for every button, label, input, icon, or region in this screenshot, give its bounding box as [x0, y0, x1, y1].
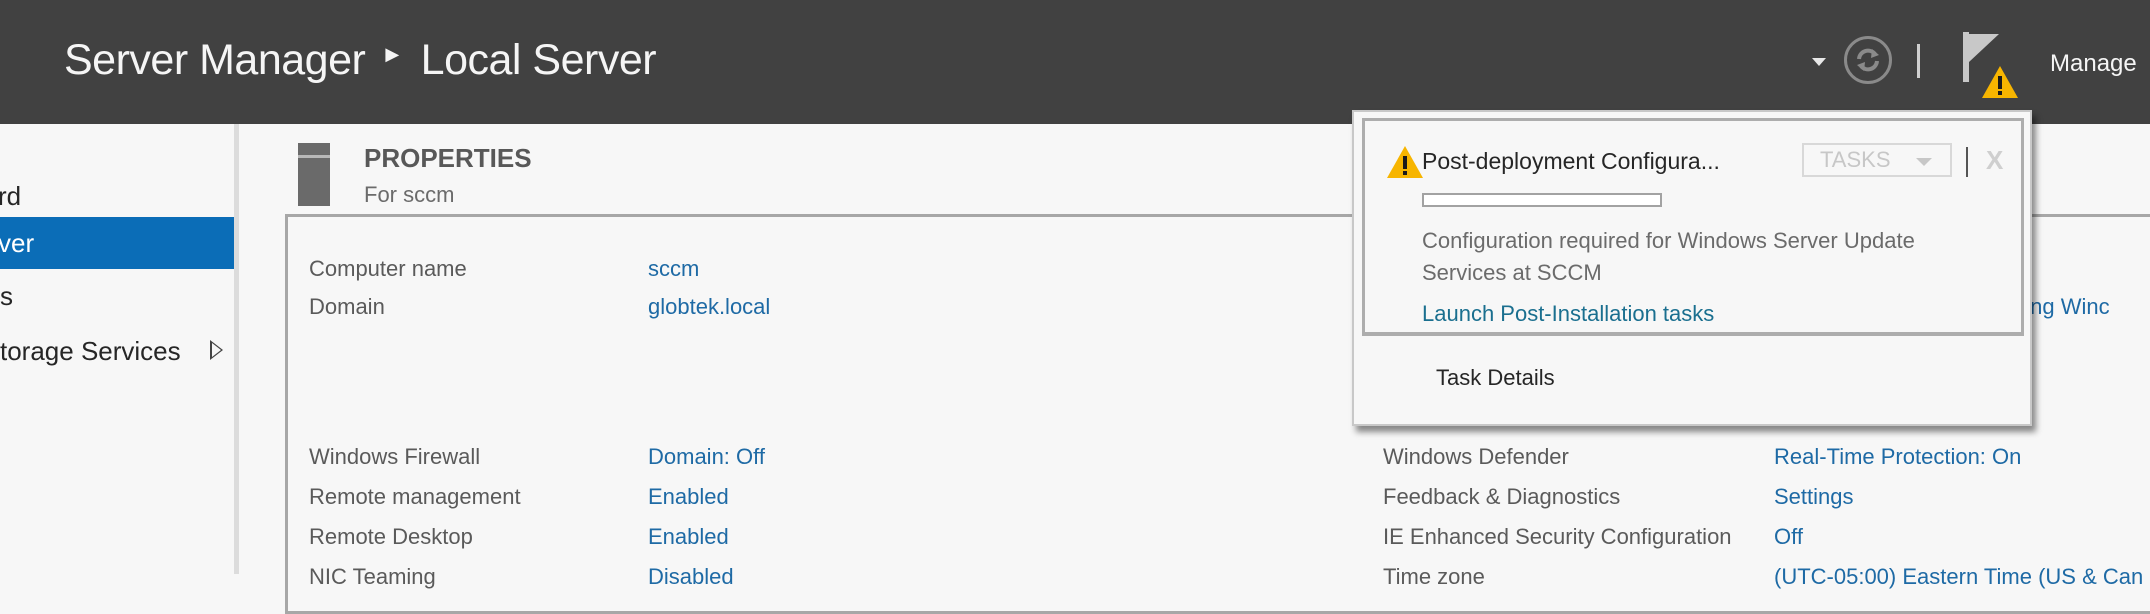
sidebar: rd ver s torage Services	[0, 124, 239, 574]
property-label: Remote Desktop	[309, 524, 473, 549]
notification-item: Post-deployment Configura... TASKS X Con…	[1362, 118, 2024, 336]
task-details-link[interactable]: Task Details	[1436, 365, 1555, 391]
property-label: Remote management	[309, 484, 521, 509]
refresh-button[interactable]	[1844, 36, 1892, 84]
sidebar-item-all-servers[interactable]: s	[0, 270, 234, 322]
property-value-domain[interactable]: globtek.local	[648, 294, 770, 320]
section-title: PROPERTIES	[364, 143, 532, 173]
sidebar-item-label: rd	[0, 181, 22, 211]
property-value-feedback-diagnostics[interactable]: Settings	[1774, 484, 1854, 510]
notification-title: Post-deployment Configura...	[1422, 148, 1720, 174]
history-dropdown-icon[interactable]	[1812, 58, 1826, 66]
divider	[1966, 147, 1968, 177]
manage-menu[interactable]: Manage	[2050, 50, 2137, 78]
property-label: Feedback & Diagnostics	[1383, 484, 1621, 509]
property-label: Windows Defender	[1383, 444, 1569, 469]
tasks-dropdown-button[interactable]: TASKS	[1802, 143, 1952, 177]
property-label: Computer name	[309, 256, 467, 281]
property-label: Domain	[309, 294, 385, 319]
property-label: NIC Teaming	[309, 564, 436, 589]
warning-icon	[1982, 66, 2018, 98]
notifications-popup: Post-deployment Configura... TASKS X Con…	[1352, 110, 2032, 426]
launch-post-installation-link[interactable]: Launch Post-Installation tasks	[1422, 301, 1714, 327]
server-icon	[298, 143, 330, 206]
breadcrumb-server-manager[interactable]: Server Manager	[64, 36, 366, 85]
chevron-down-icon	[1916, 158, 1932, 166]
property-value-remote-management[interactable]: Enabled	[648, 484, 729, 510]
tasks-label: TASKS	[1820, 147, 1891, 172]
sidebar-item-file-storage-services[interactable]: torage Services	[0, 325, 234, 377]
header-divider	[1917, 44, 1920, 78]
title-bar: Server Manager ▶ Local Server Manage	[0, 0, 2150, 124]
sidebar-item-label: s	[0, 281, 13, 311]
property-label: Windows Firewall	[309, 444, 481, 469]
property-value-nic-teaming[interactable]: Disabled	[648, 564, 734, 590]
breadcrumb-separator-icon: ▶	[385, 44, 399, 64]
property-value-windows-firewall[interactable]: Domain: Off	[648, 444, 765, 470]
notification-message: Configuration required for Windows Serve…	[1422, 228, 1915, 285]
warning-icon	[1387, 146, 1423, 178]
expand-arrow-icon[interactable]	[210, 340, 223, 360]
section-subtitle: For sccm	[364, 182, 455, 207]
sidebar-item-label: ver	[0, 228, 35, 258]
breadcrumb-local-server: Local Server	[420, 36, 657, 84]
sidebar-item-dashboard[interactable]: rd	[0, 170, 234, 222]
refresh-icon	[1857, 48, 1879, 72]
sidebar-item-label: torage Services	[0, 336, 181, 366]
property-label: IE Enhanced Security Configuration	[1383, 524, 1732, 549]
sidebar-item-local-server[interactable]: ver	[0, 217, 234, 269]
property-label: Time zone	[1383, 564, 1485, 589]
progress-bar	[1422, 193, 1662, 207]
property-value-remote-desktop[interactable]: Enabled	[648, 524, 729, 550]
close-notification-button[interactable]: X	[1986, 145, 2003, 176]
property-value-windows-defender[interactable]: Real-Time Protection: On	[1774, 444, 2021, 470]
property-value-time-zone[interactable]: (UTC-05:00) Eastern Time (US & Can	[1774, 564, 2143, 590]
breadcrumb: Server Manager ▶ Local Server	[64, 36, 657, 85]
property-value-computer-name[interactable]: sccm	[648, 256, 699, 282]
property-value-ie-esc[interactable]: Off	[1774, 524, 1803, 550]
